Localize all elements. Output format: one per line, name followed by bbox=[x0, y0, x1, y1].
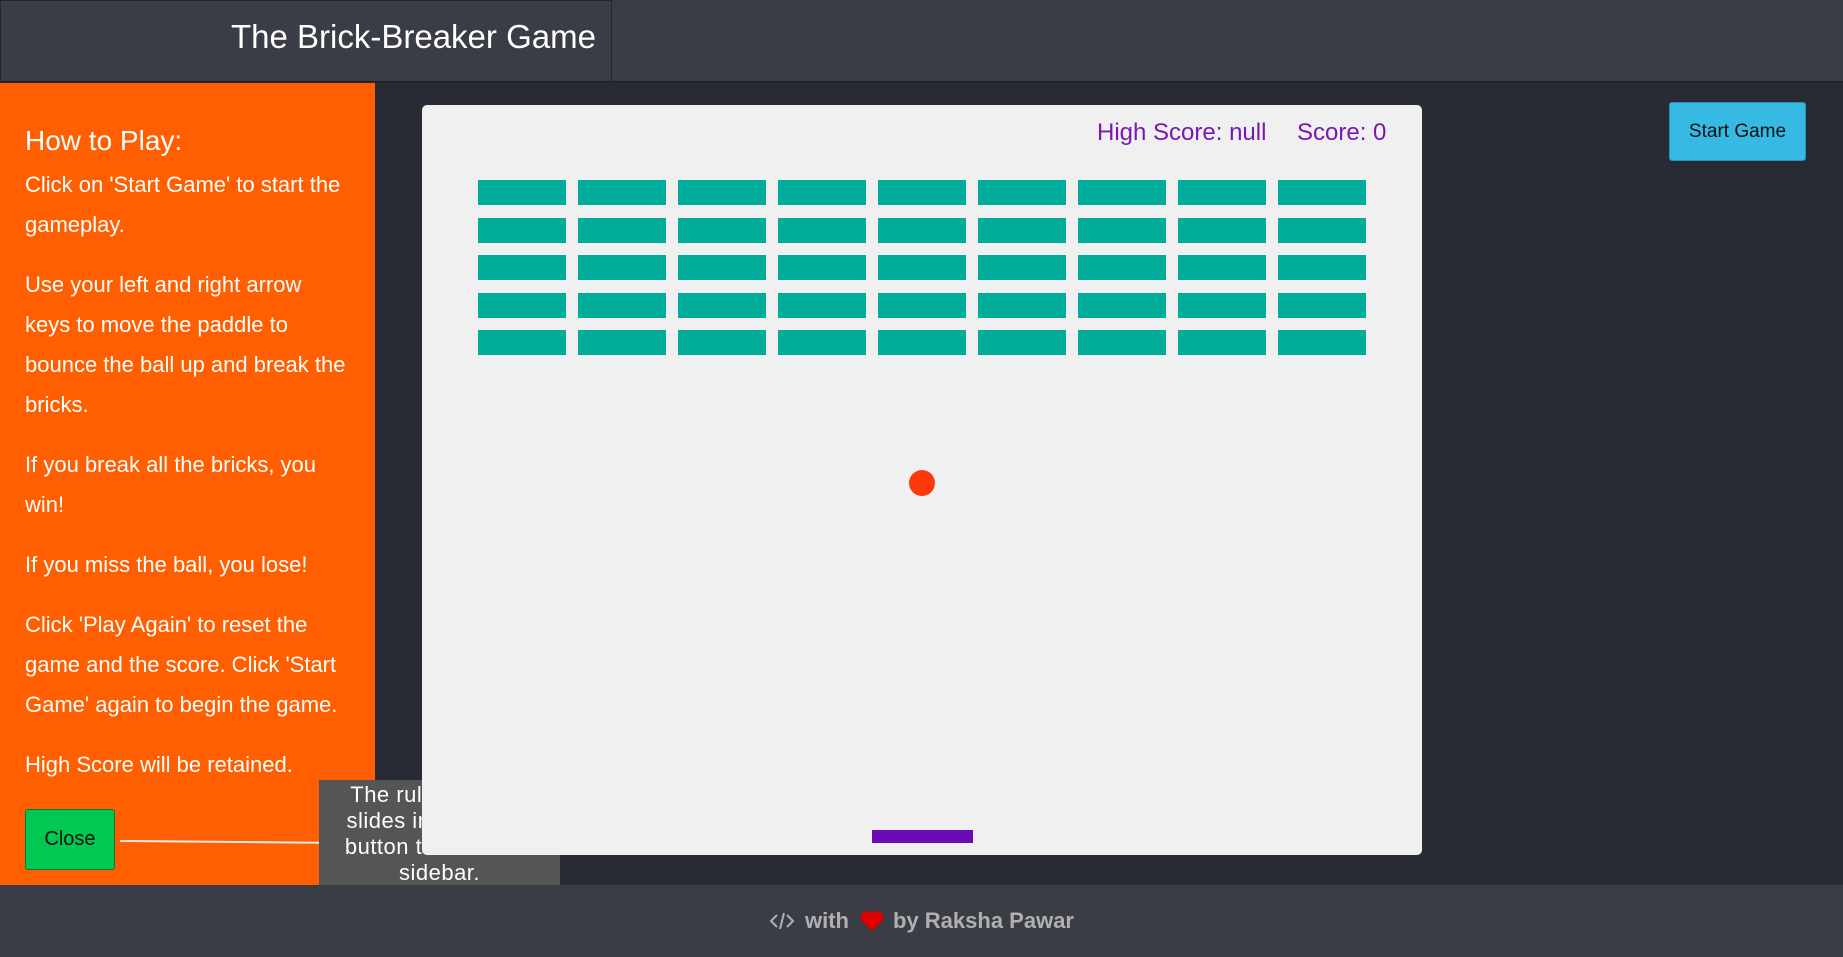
brick bbox=[1078, 292, 1166, 318]
brick bbox=[478, 217, 566, 243]
brick bbox=[678, 330, 766, 355]
brick bbox=[578, 255, 666, 280]
brick bbox=[1178, 180, 1266, 205]
brick bbox=[578, 330, 666, 355]
high-score-label: High Score: bbox=[1097, 119, 1223, 146]
high-score: High Score: null bbox=[1097, 119, 1266, 147]
score-label: Score: bbox=[1297, 119, 1367, 146]
score-value: 0 bbox=[1373, 119, 1387, 146]
brick bbox=[978, 292, 1066, 318]
rules-paragraph: If you miss the ball, you lose! bbox=[25, 552, 308, 577]
brick bbox=[578, 180, 666, 205]
brick bbox=[1078, 180, 1166, 205]
brick bbox=[978, 180, 1066, 205]
brick bbox=[778, 330, 866, 355]
brick bbox=[578, 292, 666, 318]
close-button[interactable]: Close bbox=[25, 809, 115, 870]
footer-author: by Raksha Pawar bbox=[893, 908, 1074, 934]
brick bbox=[1278, 330, 1366, 355]
brick bbox=[1178, 330, 1266, 355]
brick bbox=[778, 217, 866, 243]
brick bbox=[978, 255, 1066, 280]
brick bbox=[1078, 255, 1166, 280]
rules-paragraph: Use your left and right arrow keys to mo… bbox=[25, 272, 346, 417]
brick bbox=[478, 180, 566, 205]
brick bbox=[1278, 255, 1366, 280]
brick bbox=[1078, 217, 1166, 243]
brick bbox=[678, 180, 766, 205]
brick bbox=[878, 330, 966, 355]
brick bbox=[478, 255, 566, 280]
brick bbox=[778, 292, 866, 318]
brick bbox=[678, 255, 766, 280]
rules-sidebar: How to Play: Click on 'Start Game' to st… bbox=[0, 83, 375, 885]
page-title: The Brick-Breaker Game bbox=[231, 18, 596, 55]
rules-paragraph: High Score will be retained. bbox=[25, 752, 293, 777]
footer-with-text: with bbox=[805, 908, 849, 934]
rules-heading: How to Play: bbox=[25, 125, 183, 156]
brick bbox=[778, 180, 866, 205]
rules-paragraph: Click on 'Start Game' to start the gamep… bbox=[25, 172, 341, 237]
brick bbox=[978, 330, 1066, 355]
start-game-button[interactable]: Start Game bbox=[1669, 102, 1806, 161]
brick bbox=[1278, 180, 1366, 205]
game-canvas[interactable]: High Score: null Score: 0 bbox=[422, 105, 1422, 855]
brick bbox=[1278, 292, 1366, 318]
heart-icon bbox=[859, 909, 885, 933]
footer: with by Raksha Pawar bbox=[0, 885, 1843, 957]
brick bbox=[678, 217, 766, 243]
rules-paragraph: If you break all the bricks, you win! bbox=[25, 452, 317, 517]
ball bbox=[909, 470, 935, 496]
brick bbox=[1078, 330, 1166, 355]
header-title-box: The Brick-Breaker Game bbox=[0, 0, 612, 82]
rules-paragraph: Click 'Play Again' to reset the game and… bbox=[25, 612, 338, 717]
brick bbox=[478, 330, 566, 355]
score: Score: 0 bbox=[1297, 119, 1386, 147]
brick bbox=[878, 217, 966, 243]
brick bbox=[878, 180, 966, 205]
brick bbox=[478, 292, 566, 318]
brick bbox=[1178, 217, 1266, 243]
code-icon bbox=[769, 910, 795, 932]
brick bbox=[678, 292, 766, 318]
header: The Brick-Breaker Game bbox=[0, 0, 1843, 82]
brick bbox=[1178, 292, 1266, 318]
paddle bbox=[872, 830, 973, 843]
high-score-value: null bbox=[1229, 119, 1267, 146]
brick bbox=[1178, 255, 1266, 280]
brick bbox=[778, 255, 866, 280]
brick bbox=[878, 255, 966, 280]
brick bbox=[878, 292, 966, 318]
brick bbox=[978, 217, 1066, 243]
brick bbox=[1278, 217, 1366, 243]
brick bbox=[578, 217, 666, 243]
app-root: The Brick-Breaker Game How to Play: Clic… bbox=[0, 0, 1843, 957]
